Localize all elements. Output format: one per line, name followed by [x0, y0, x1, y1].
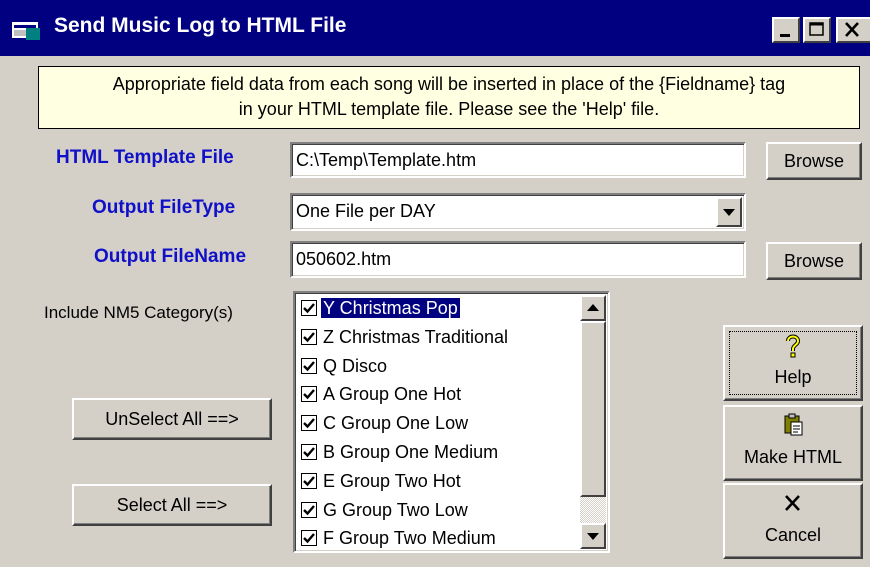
category-listbox[interactable]: Y Christmas Pop Z Christmas Traditional Q …: [293, 291, 610, 553]
browse-output-button[interactable]: Browse: [766, 242, 862, 280]
help-button[interactable]: Help: [723, 325, 863, 401]
info-line-1: Appropriate field data from each song wi…: [112, 74, 786, 94]
list-item-label: G Group Two Low: [323, 499, 468, 520]
cancel-label: Cancel: [764, 525, 822, 545]
close-icon: [845, 22, 859, 37]
chevron-down-icon: [723, 209, 735, 216]
maximize-button[interactable]: [803, 17, 831, 43]
checkbox-icon[interactable]: [301, 443, 317, 460]
checkbox-icon[interactable]: [301, 415, 317, 432]
scroll-down-button[interactable]: [580, 523, 606, 549]
list-item-label: Q Disco: [323, 355, 388, 376]
list-item[interactable]: Z Christmas Traditional: [297, 323, 582, 352]
help-icon: [725, 333, 861, 359]
output-filename-field[interactable]: 050602.htm: [290, 241, 746, 278]
checkbox-icon[interactable]: [301, 386, 317, 403]
output-filetype-label: Output FileType: [92, 197, 236, 218]
template-file-field[interactable]: C:\Temp\Template.htm: [290, 142, 746, 178]
filetype-dropdown-button[interactable]: [716, 197, 742, 227]
checkbox-icon[interactable]: [301, 300, 317, 316]
cancel-button[interactable]: Cancel: [723, 483, 863, 559]
checkbox-icon[interactable]: [301, 328, 317, 345]
make-html-label: Make HTML: [743, 447, 842, 467]
list-item-label: Y Christmas Pop: [321, 298, 460, 318]
select-all-button[interactable]: Select All ==>: [72, 484, 272, 526]
close-button[interactable]: [836, 17, 870, 43]
browse-template-button[interactable]: Browse: [766, 142, 862, 180]
unselect-all-button[interactable]: UnSelect All ==>: [72, 398, 272, 440]
template-file-label: HTML Template File: [56, 147, 234, 168]
info-line-2: in your HTML template file. Please see t…: [238, 99, 660, 119]
checkbox-icon[interactable]: [301, 472, 317, 489]
info-banner: Appropriate field data from each song wi…: [38, 66, 860, 129]
maximize-icon: [809, 22, 824, 36]
output-filetype-select[interactable]: One File per DAY: [290, 193, 746, 231]
list-item-label: A Group One Hot: [323, 384, 462, 405]
chevron-up-icon: [587, 304, 599, 311]
scroll-up-button[interactable]: [580, 295, 606, 321]
clipboard-icon: [725, 413, 861, 439]
minimize-button[interactable]: [772, 17, 800, 43]
list-scrollbar[interactable]: [580, 295, 606, 549]
list-item-label: Z Christmas Traditional: [323, 326, 509, 347]
include-categories-label: Include NM5 Category(s): [44, 303, 233, 322]
list-item-label: F Group Two Medium: [323, 528, 496, 549]
list-item[interactable]: C Group One Low: [297, 409, 582, 438]
list-item[interactable]: F Group Two Medium: [297, 524, 582, 551]
checkbox-icon[interactable]: [301, 501, 317, 518]
title-bar[interactable]: Send Music Log to HTML File: [0, 0, 870, 56]
list-item[interactable]: A Group One Hot: [297, 380, 582, 409]
window-title: Send Music Log to HTML File: [54, 14, 347, 37]
list-item-label: B Group One Medium: [323, 441, 499, 462]
make-html-button[interactable]: Make HTML: [723, 405, 863, 481]
category-list: Y Christmas Pop Z Christmas Traditional Q …: [297, 294, 582, 551]
list-item[interactable]: Y Christmas Pop: [297, 294, 582, 323]
checkbox-icon[interactable]: [301, 357, 317, 374]
list-item[interactable]: B Group One Medium: [297, 438, 582, 467]
list-item-label: C Group One Low: [323, 413, 469, 434]
chevron-down-icon: [587, 533, 599, 540]
template-file-value: C:\Temp\Template.htm: [296, 150, 477, 170]
list-item[interactable]: G Group Two Low: [297, 496, 582, 525]
output-filename-label: Output FileName: [94, 246, 247, 267]
close-icon: [725, 491, 861, 517]
minimize-icon: [780, 34, 790, 37]
output-filename-value: 050602.htm: [296, 249, 392, 269]
output-filetype-value: One File per DAY: [296, 201, 436, 221]
list-item[interactable]: Q Disco: [297, 352, 582, 381]
list-item-label: E Group Two Hot: [323, 470, 461, 491]
checkbox-icon[interactable]: [301, 530, 317, 547]
app-window-icon: [12, 20, 42, 40]
help-label: Help: [774, 367, 812, 387]
list-item[interactable]: E Group Two Hot: [297, 467, 582, 496]
scrollbar-thumb[interactable]: [580, 321, 606, 497]
